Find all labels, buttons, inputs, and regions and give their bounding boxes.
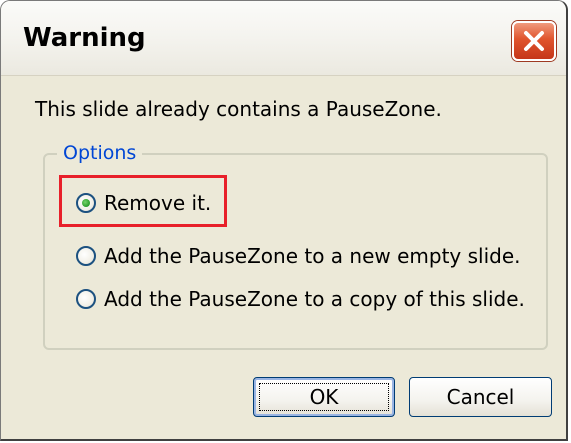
close-button[interactable] xyxy=(512,21,556,61)
radio-label[interactable]: Add the PauseZone to a copy of this slid… xyxy=(104,287,525,311)
radio-button[interactable] xyxy=(76,289,96,309)
focus-ring xyxy=(259,383,389,411)
highlight-box xyxy=(59,175,227,227)
close-icon xyxy=(524,31,544,51)
ok-button[interactable]: OK xyxy=(253,377,395,417)
options-group-label: Options xyxy=(57,142,143,164)
radio-option-new-slide[interactable]: Add the PauseZone to a new empty slide. xyxy=(76,241,521,271)
dialog-title: Warning xyxy=(23,23,146,53)
warning-dialog: Warning This slide already contains a Pa… xyxy=(0,0,568,441)
title-bar[interactable]: Warning xyxy=(1,1,566,76)
cancel-button[interactable]: Cancel xyxy=(409,377,552,417)
radio-option-copy-slide[interactable]: Add the PauseZone to a copy of this slid… xyxy=(76,284,525,314)
radio-button[interactable] xyxy=(76,246,96,266)
radio-label[interactable]: Add the PauseZone to a new empty slide. xyxy=(104,244,521,268)
cancel-button-label: Cancel xyxy=(446,385,515,409)
warning-message: This slide already contains a PauseZone. xyxy=(35,97,442,121)
